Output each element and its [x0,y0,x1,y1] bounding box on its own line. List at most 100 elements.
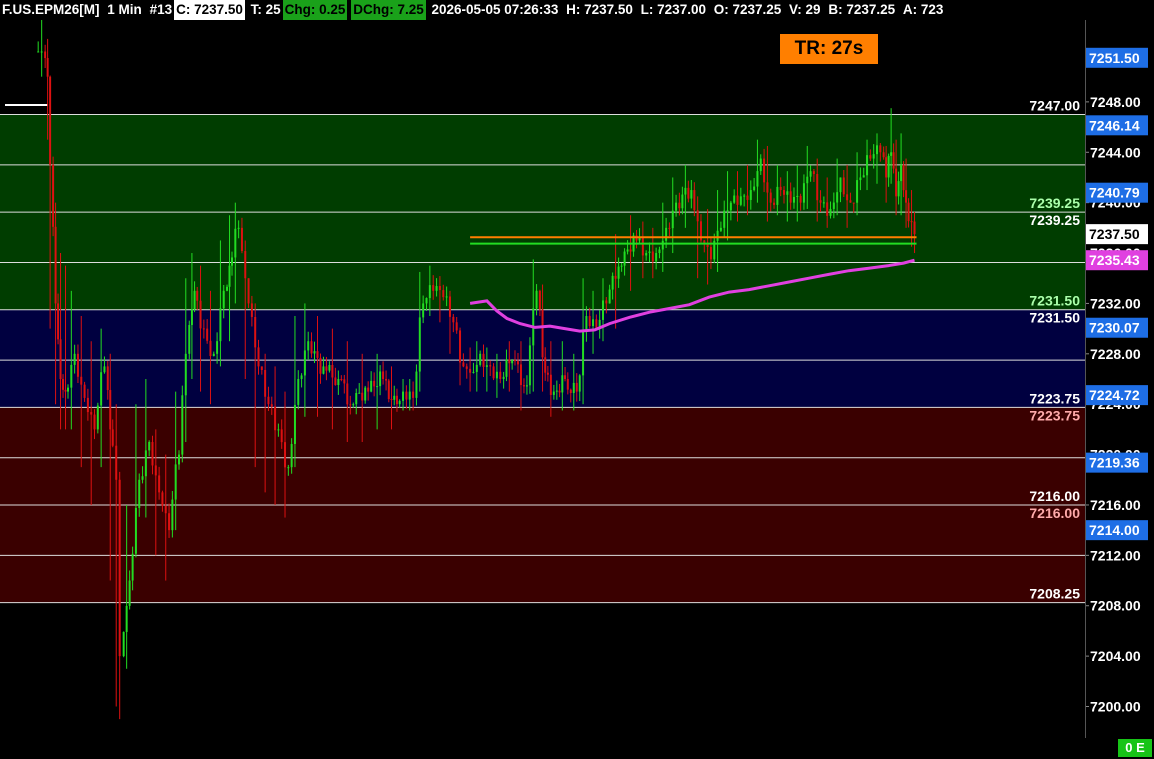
level-label: 7239.25 [1029,212,1080,228]
candle-body [422,303,425,318]
candle-body [40,51,43,53]
candle-body [472,371,475,373]
candle-body [822,202,825,204]
candle-body [546,372,549,375]
candle-body [469,368,472,373]
candle-body [361,392,364,401]
candle-body [141,476,144,480]
candle-body [418,317,421,372]
candle-body [216,341,219,354]
candle-body [538,290,541,310]
candle-body [783,190,786,195]
candle-body [651,251,654,262]
candle-body [575,382,578,392]
candle-body [290,443,293,468]
candle-body [648,251,651,254]
candle-body [244,251,247,279]
candle-body [678,202,681,209]
candle-body [681,194,684,209]
candle-body [322,366,325,374]
candle-body [432,285,435,291]
candle-body [398,400,401,405]
candle-body [57,303,60,340]
candle-body [842,177,845,195]
candle-body [866,155,869,176]
candle-body [905,190,908,203]
candle-body [115,445,118,480]
candle-body [696,210,699,222]
candle-body [753,186,756,191]
candle-body [93,414,96,430]
candle-body [76,353,79,377]
candle-body [541,309,544,358]
candle-body [716,230,719,241]
candle-body [96,405,99,430]
candle-body [280,429,283,443]
candle-body [337,379,340,386]
candle-body [100,372,103,406]
candle-body [558,390,561,393]
candle-body [234,228,237,258]
candle-body [228,265,231,287]
candle-body [806,176,809,184]
candle-body [307,341,310,351]
candle-body [588,316,591,327]
level-label: 7216.00 [1029,488,1080,504]
candle-body [402,391,405,401]
candle-body [219,308,222,342]
level-label: 7231.50 [1029,293,1080,309]
candle-body [303,350,306,376]
candle-body [856,180,859,203]
y-tick-label: 7204.00 [1090,648,1141,664]
candle-body [83,384,86,398]
candle-body [614,275,617,279]
candle-body [148,441,151,451]
candle-body [608,289,611,304]
candle-body [382,371,385,379]
candle-body [862,175,865,178]
candle-body [611,275,614,290]
candle-body [111,429,114,446]
candle-body [658,249,661,254]
candle-body [836,192,839,203]
candle-body [390,399,393,401]
candle-body [799,195,802,203]
candle-body [340,379,343,380]
candle-body [617,266,620,279]
candle-body [846,194,849,201]
candle-body [499,371,502,379]
candle-body [455,322,458,331]
candle-body [343,379,346,384]
candle-body [168,513,171,531]
candle-body [250,303,253,317]
candle-body [675,202,678,211]
candle-body [46,58,49,77]
candle-body [442,290,445,298]
candle-body [297,379,300,405]
candle-body [73,353,76,365]
candle-body [763,158,766,183]
candle-body [885,157,888,178]
candle-body [684,187,687,195]
price-chart[interactable]: 7247.00 7239.257239.25 7231.507231.50 7223.… [0,0,1154,759]
candle-body [544,357,547,373]
candle-body [346,383,349,405]
candle-body [267,396,270,405]
candle-body [890,152,893,156]
candle-body [70,364,73,388]
candle-body [839,177,842,193]
candle-body [812,171,815,175]
candle-body [428,285,431,299]
price-tag: 7235.43 [1089,252,1140,268]
candle-body [358,392,361,394]
candle-body [733,195,736,203]
order-count-badge[interactable]: 0 E [1118,739,1152,757]
candle-body [352,404,355,406]
candle-body [535,290,538,309]
candle-body [118,479,121,657]
candle-body [373,380,376,387]
candle-body [270,404,273,407]
candle-body [154,465,157,476]
candle-body [525,385,528,387]
candle-body [109,390,112,430]
